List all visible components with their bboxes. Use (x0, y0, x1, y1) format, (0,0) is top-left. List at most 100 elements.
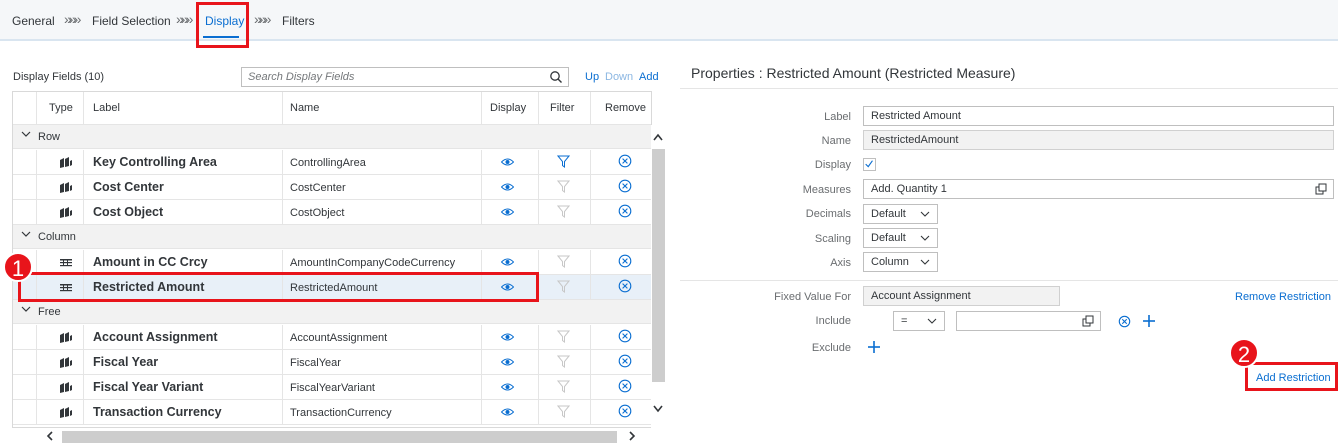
table-row[interactable]: Cost Center CostCenter (13, 175, 651, 200)
chevron-down-icon[interactable] (21, 304, 31, 314)
search-display-fields-input[interactable]: Search Display Fields (241, 67, 569, 87)
group-header-free[interactable]: Free (13, 300, 651, 324)
eye-icon[interactable] (501, 157, 514, 167)
table-header: Type Label Name Display Filter Remove (13, 92, 651, 125)
eye-icon[interactable] (501, 182, 514, 192)
field-label: Fiscal Year Variant (93, 380, 204, 394)
filter-icon[interactable] (557, 330, 570, 343)
exclude-label: Exclude (811, 342, 851, 354)
search-icon[interactable] (549, 70, 563, 84)
filter-icon[interactable] (557, 255, 570, 268)
table-row[interactable]: Fiscal Year Variant FiscalYearVariant (13, 375, 651, 400)
eye-icon[interactable] (501, 382, 514, 392)
table-row[interactable]: Key Controlling Area ControllingArea (13, 150, 651, 175)
eye-icon[interactable] (501, 407, 514, 417)
value-help-icon[interactable] (1315, 183, 1327, 195)
field-label: Account Assignment (93, 330, 218, 344)
horizontal-scroll-thumb[interactable] (62, 431, 617, 443)
vertical-scroll-thumb[interactable] (652, 149, 665, 382)
add-include-icon[interactable] (1143, 315, 1155, 327)
dimension-icon (60, 332, 72, 343)
scaling-field-label: Scaling (814, 233, 851, 245)
include-value-input[interactable] (956, 311, 1101, 331)
dimension-icon (60, 207, 72, 218)
move-down-link[interactable]: Down (605, 71, 633, 83)
decimals-select[interactable]: Default (863, 204, 938, 224)
label-field-label: Label (824, 111, 851, 123)
add-exclude-icon[interactable] (868, 341, 880, 353)
wizard-step-filters[interactable]: Filters (282, 14, 315, 28)
filter-icon[interactable] (557, 380, 570, 393)
fixed-value-value: Account Assignment (871, 290, 971, 302)
scroll-right-icon[interactable] (627, 430, 637, 442)
properties-title: Properties : Restricted Amount (Restrict… (691, 65, 1016, 81)
field-label: Cost Object (93, 205, 164, 219)
scroll-left-icon[interactable] (45, 430, 55, 442)
chevron-down-icon (920, 211, 930, 217)
name-field-value: RestrictedAmount (871, 134, 959, 146)
filter-icon[interactable] (557, 205, 570, 218)
display-checkbox[interactable] (863, 158, 876, 171)
axis-select-value: Column (871, 256, 909, 268)
group-header-column[interactable]: Column (13, 225, 651, 249)
remove-icon[interactable] (618, 329, 632, 343)
filter-icon[interactable] (557, 180, 570, 193)
decimals-select-value: Default (871, 208, 906, 220)
scaling-select[interactable]: Default (863, 228, 938, 248)
table-row[interactable]: Fiscal Year FiscalYear (13, 350, 651, 375)
eye-icon[interactable] (501, 257, 514, 267)
column-header-display: Display (490, 102, 527, 114)
wizard-step-general[interactable]: General (12, 14, 55, 28)
value-help-icon[interactable] (1082, 315, 1094, 327)
display-field-label: Display (814, 159, 851, 171)
scroll-up-icon[interactable] (652, 132, 664, 142)
highlight-add-restriction (1245, 362, 1338, 391)
group-header-row[interactable]: Row (13, 125, 651, 149)
eye-icon[interactable] (501, 207, 514, 217)
callout-badge-2: 2 (1229, 338, 1259, 368)
field-label: Fiscal Year (93, 355, 159, 369)
search-placeholder: Search Display Fields (248, 71, 355, 83)
remove-include-icon[interactable] (1118, 315, 1131, 328)
filter-icon[interactable] (557, 355, 570, 368)
column-header-name: Name (290, 102, 320, 114)
remove-icon[interactable] (618, 379, 632, 393)
remove-restriction-link[interactable]: Remove Restriction (1235, 291, 1331, 303)
table-row[interactable]: Cost Object CostObject (13, 200, 651, 225)
field-label: Cost Center (93, 180, 164, 194)
wizard-separator: »»» (64, 11, 81, 27)
display-fields-title: Display Fields (10) (13, 71, 105, 83)
remove-icon[interactable] (618, 254, 632, 268)
scroll-down-icon[interactable] (652, 404, 664, 414)
remove-icon[interactable] (618, 154, 632, 168)
remove-icon[interactable] (618, 204, 632, 218)
include-operator-select[interactable]: = (893, 311, 945, 331)
add-field-link[interactable]: Add (639, 71, 659, 83)
filter-icon[interactable] (557, 405, 570, 418)
chevron-down-icon[interactable] (21, 229, 31, 239)
wizard-step-field-selection[interactable]: Field Selection (92, 14, 171, 28)
eye-icon[interactable] (501, 357, 514, 367)
filter-icon[interactable] (557, 155, 570, 168)
dimension-icon (60, 407, 72, 418)
remove-icon[interactable] (618, 279, 632, 293)
chevron-down-icon[interactable] (21, 129, 31, 139)
field-label: Key Controlling Area (93, 155, 217, 169)
label-field-input[interactable]: Restricted Amount (863, 106, 1334, 126)
measures-field-input[interactable]: Add. Quantity 1 (863, 179, 1334, 199)
eye-icon[interactable] (501, 332, 514, 342)
remove-icon[interactable] (618, 354, 632, 368)
move-up-link[interactable]: Up (585, 71, 599, 83)
axis-select[interactable]: Column (863, 252, 938, 272)
filter-icon[interactable] (557, 280, 570, 293)
table-row[interactable]: Transaction Currency TransactionCurrency (13, 400, 651, 425)
wizard-separator: »»» (254, 11, 271, 27)
remove-icon[interactable] (618, 404, 632, 418)
axis-field-label: Axis (830, 257, 851, 269)
table-row[interactable]: Account Assignment AccountAssignment (13, 325, 651, 350)
field-name: FiscalYear (290, 357, 341, 369)
measure-icon (60, 259, 72, 267)
dimension-icon (60, 382, 72, 393)
column-header-filter: Filter (550, 102, 575, 114)
remove-icon[interactable] (618, 179, 632, 193)
